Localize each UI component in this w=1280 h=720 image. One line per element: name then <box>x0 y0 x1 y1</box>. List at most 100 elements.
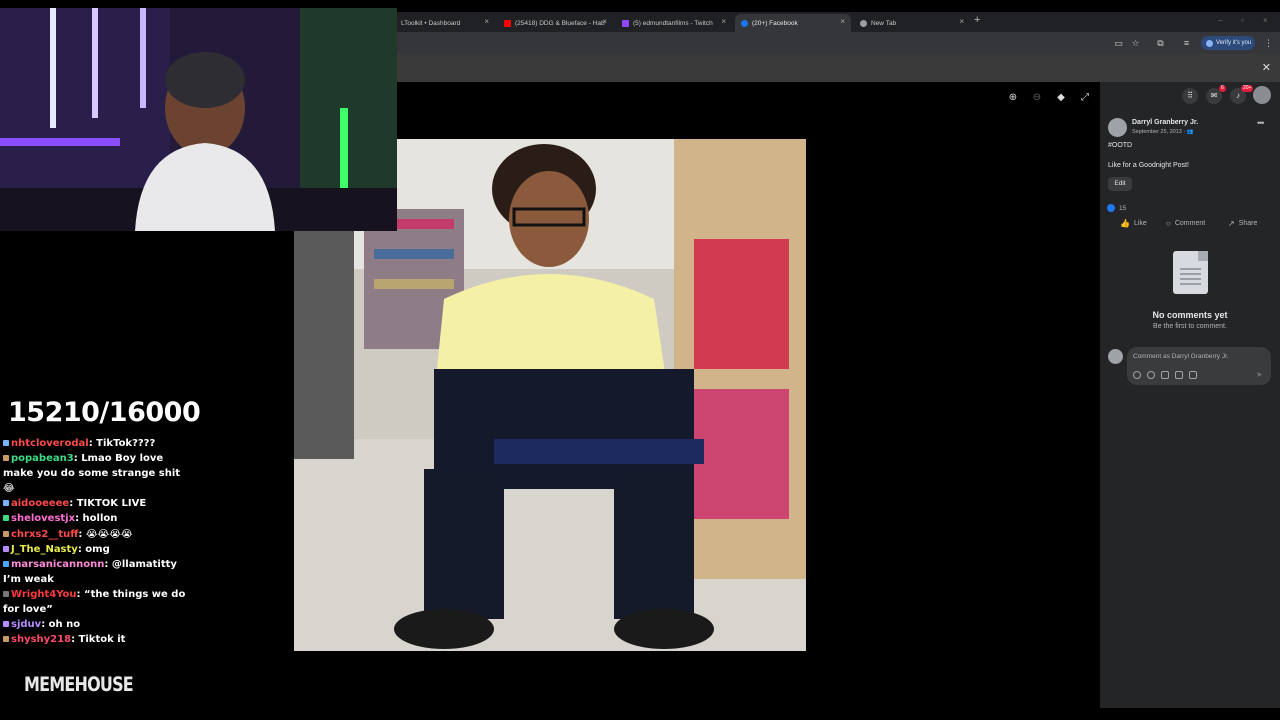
screen: LToolkit • Dashboard × (25418) DDG & Blu… <box>0 0 1280 720</box>
reaction-summary[interactable]: 15 <box>1107 204 1126 212</box>
tab-youtube[interactable]: (25418) DDG & Blueface - Hab × <box>498 14 613 32</box>
tab-ltoolkit-label: LToolkit • Dashboard <box>401 19 461 27</box>
chat-text: TIKTOK LIVE <box>76 498 147 510</box>
no-comments-subtitle: Be the first to comment. <box>1153 323 1227 330</box>
chat-text: oh no <box>48 619 81 631</box>
chat-text: 😭😭😭😭 <box>85 528 133 540</box>
comment-label: Comment <box>1174 220 1206 227</box>
edit-button[interactable]: Edit <box>1108 177 1132 191</box>
comment-placeholder: Comment as Darryl Granberry Jr. <box>1133 353 1229 360</box>
chat-message: chrxs2__tuff: 😭😭😭😭 <box>3 527 193 542</box>
twitch-icon <box>622 19 629 27</box>
new-tab-button[interactable]: + <box>974 14 980 26</box>
chat-username: J_The_Nasty <box>11 543 78 555</box>
like-reaction-icon <box>1107 204 1115 212</box>
facebook-icon <box>741 19 748 27</box>
like-label: Like <box>1133 220 1147 227</box>
close-icon[interactable]: ✕ <box>1262 61 1271 74</box>
chat-message: marsanicannonn: @llamatitty I’m weak <box>3 558 177 585</box>
close-icon[interactable]: × <box>840 17 845 26</box>
tab-new-tab[interactable]: New Tab × <box>854 14 970 32</box>
verify-button[interactable]: Verify it's you <box>1201 36 1255 50</box>
chat-username: aidooeeee <box>11 498 70 510</box>
minimize-icon[interactable]: – <box>1218 16 1222 25</box>
memehouse-watermark: MEMEHOUSE <box>24 673 134 696</box>
badge-icon <box>3 590 9 597</box>
comment-button[interactable]: ○ Comment <box>1166 219 1205 228</box>
tab-youtube-label: (25418) DDG & Blueface - Hab <box>515 19 605 27</box>
tag-icon[interactable]: ◆ <box>1055 92 1067 104</box>
badge-icon <box>3 530 9 537</box>
post-date[interactable]: September 25, 2013 · 👥 <box>1132 129 1194 135</box>
google-icon <box>1206 39 1213 47</box>
reaction-count: 15 <box>1119 204 1127 212</box>
share-icon: ↗ <box>1228 219 1235 228</box>
comment-icon: ○ <box>1166 219 1171 228</box>
tab-twitch[interactable]: (5) edmundtanfilms - Twitch × <box>616 14 732 32</box>
like-button[interactable]: 👍 Like <box>1120 219 1147 228</box>
sticker-icon[interactable] <box>1189 371 1197 379</box>
bookmark-star-icon[interactable]: ☆ <box>1131 39 1140 48</box>
chat-username: shelovestjx <box>11 513 76 525</box>
badge-icon <box>3 500 9 507</box>
zoom-in-icon[interactable]: ⊕ <box>1007 92 1019 104</box>
avatar-sticker-icon[interactable] <box>1133 371 1141 379</box>
chat-message: shelovestjx: hollon <box>3 511 193 526</box>
streamer-webcam <box>0 8 397 231</box>
post-date-text: September 25, 2013 · <box>1132 129 1187 135</box>
post-hashtag[interactable]: #OOTD <box>1108 142 1132 149</box>
youtube-icon <box>504 19 511 27</box>
post-author[interactable]: Darryl Granberry Jr. <box>1132 119 1198 126</box>
fullscreen-icon[interactable]: ⤢ <box>1079 92 1091 104</box>
maximize-icon[interactable]: ▫ <box>1241 16 1244 25</box>
badge-icon <box>3 621 9 628</box>
chat-username: sjduv <box>11 619 42 631</box>
apps-grid-icon[interactable]: ⠿ <box>1182 88 1198 104</box>
chat-message: shyshy218: Tiktok it <box>3 632 193 647</box>
verify-label: Verify it's you <box>1216 40 1252 46</box>
messenger-badge: 6 <box>1219 85 1226 92</box>
badge-icon <box>3 440 9 446</box>
chat-text: omg <box>85 543 110 555</box>
author-avatar[interactable] <box>1108 118 1127 137</box>
window-close-icon[interactable]: × <box>1263 16 1268 25</box>
chat-username: nhtcloverodal <box>11 438 89 449</box>
commenter-avatar <box>1108 349 1123 364</box>
tab-facebook-label: (20+) Facebook <box>752 19 798 27</box>
no-comments-document-icon <box>1173 251 1208 294</box>
menu-icon[interactable]: ⋮ <box>1264 39 1273 48</box>
reading-list-icon[interactable]: ≡ <box>1182 39 1191 48</box>
share-label: Share <box>1238 220 1258 227</box>
badge-icon <box>3 515 9 522</box>
chat-username: Wright4You <box>11 588 77 600</box>
chat-message: nhtcloverodal: TikTok???? <box>3 436 193 451</box>
send-icon[interactable]: ➤ <box>1256 370 1263 379</box>
zoom-out-icon[interactable]: ⊖ <box>1031 92 1043 104</box>
share-button[interactable]: ↗ Share <box>1228 219 1257 228</box>
close-icon[interactable]: × <box>484 17 489 26</box>
goal-counter: 15210/16000 <box>8 397 201 428</box>
camera-icon[interactable] <box>1161 371 1169 379</box>
chat-username: marsanicannonn <box>11 558 105 570</box>
emoji-icon[interactable] <box>1147 371 1155 379</box>
webcam-illustration <box>0 8 397 231</box>
badge-icon <box>3 545 9 552</box>
chat-username: chrxs2__tuff <box>11 528 79 540</box>
chat-username: popabean3 <box>11 453 74 465</box>
chrome-icon <box>860 19 867 27</box>
tab-facebook[interactable]: (20+) Facebook × <box>735 14 851 32</box>
extensions-icon[interactable]: ⧉ <box>1156 39 1165 48</box>
install-icon[interactable]: ▭ <box>1114 39 1123 48</box>
tab-ltoolkit[interactable]: LToolkit • Dashboard × <box>395 14 495 32</box>
chat-message: J_The_Nasty: omg <box>3 542 193 557</box>
stream-chat: nhtcloverodal: TikTok???? popabean3: Lma… <box>3 436 193 647</box>
chat-message: aidooeeee: TIKTOK LIVE <box>3 496 193 511</box>
close-icon[interactable]: × <box>602 17 607 26</box>
chat-message: popabean3: Lmao Boy love make you do som… <box>3 453 181 495</box>
close-icon[interactable]: × <box>959 17 964 26</box>
close-icon[interactable]: × <box>721 17 726 26</box>
profile-avatar[interactable] <box>1253 86 1271 104</box>
more-options-icon[interactable]: ••• <box>1257 118 1265 128</box>
gif-icon[interactable] <box>1175 371 1183 379</box>
notifications-badge: 20+ <box>1241 85 1254 92</box>
